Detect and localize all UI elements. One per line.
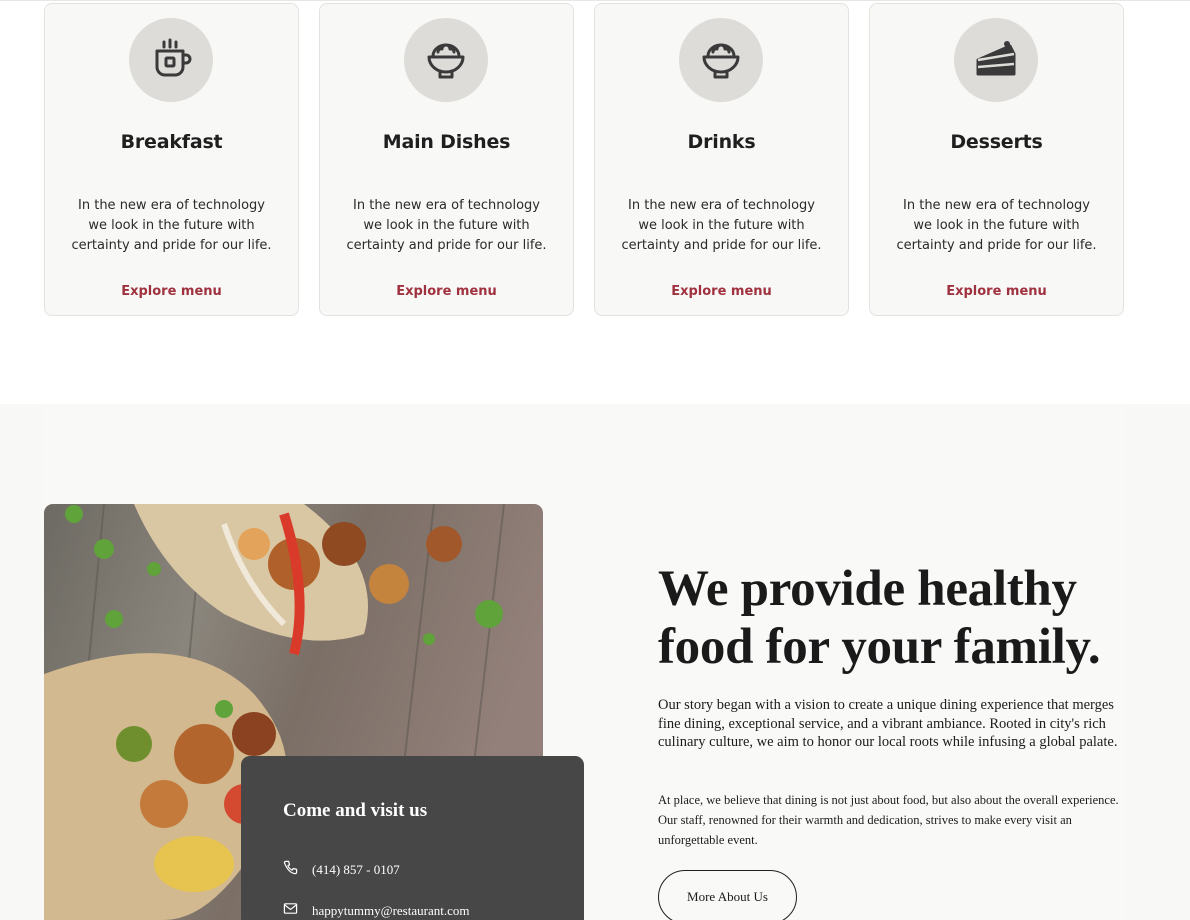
explore-menu-link[interactable]: Explore menu [45, 284, 298, 299]
email-row: happytummy@restaurant.com [283, 901, 469, 920]
visit-title: Come and visit us [283, 800, 428, 821]
menu-card-main-dishes: Main Dishes In the new era of technology… [319, 3, 574, 316]
menu-card-drinks: Drinks In the new era of technology we l… [594, 3, 849, 316]
card-description: In the new era of technology we look in … [896, 198, 1097, 253]
visit-card: Come and visit us (414) 857 - 0107 happy… [241, 756, 584, 920]
coffee-cup-icon [129, 18, 213, 102]
email-address[interactable]: happytummy@restaurant.com [312, 903, 469, 919]
bowl-icon [679, 18, 763, 102]
bowl-icon [404, 18, 488, 102]
about-story-paragraph-2: At place, we believe that dining is not … [658, 793, 1119, 847]
card-title: Drinks [687, 131, 756, 153]
card-title: Desserts [950, 131, 1043, 153]
explore-menu-link[interactable]: Explore menu [595, 284, 848, 299]
explore-menu-link[interactable]: Explore menu [320, 284, 573, 299]
more-about-us-button[interactable]: More About Us [658, 870, 797, 920]
card-description: In the new era of technology we look in … [621, 198, 822, 253]
phone-icon [283, 860, 298, 879]
menu-cards: Breakfast In the new era of technology w… [44, 3, 1124, 316]
card-description: In the new era of technology we look in … [71, 198, 272, 253]
phone-row: (414) 857 - 0107 [283, 860, 400, 879]
about-story-paragraph-1: Our story began with a vision to create … [658, 697, 1118, 750]
menu-card-breakfast: Breakfast In the new era of technology w… [44, 3, 299, 316]
card-description: In the new era of technology we look in … [346, 198, 547, 253]
card-title: Main Dishes [382, 131, 511, 153]
explore-menu-link[interactable]: Explore menu [870, 284, 1123, 299]
mail-icon [283, 901, 298, 920]
phone-number[interactable]: (414) 857 - 0107 [312, 862, 400, 878]
top-divider [0, 0, 1190, 1]
card-title: Breakfast [120, 131, 223, 153]
menu-card-desserts: Desserts In the new era of technology we… [869, 3, 1124, 316]
cake-slice-icon [954, 18, 1038, 102]
about-headline: We provide healthy food for your family. [658, 561, 1101, 675]
